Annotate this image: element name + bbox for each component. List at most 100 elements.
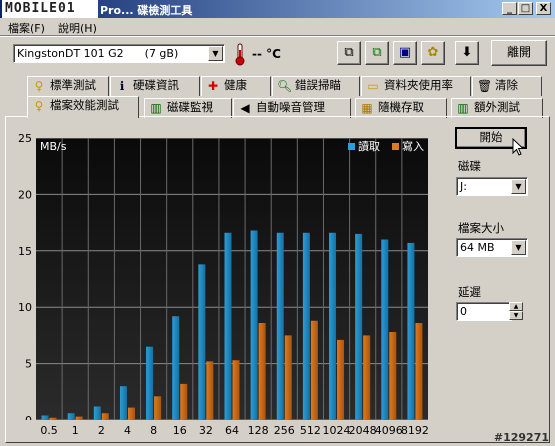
write-bar-4096 [389, 332, 397, 420]
copy-button[interactable]: ⧉ [337, 41, 361, 65]
x-tick-label: 512 [300, 424, 321, 437]
copy-text-button[interactable]: ⧉ [365, 41, 389, 65]
read-bar-16 [172, 316, 180, 420]
download-button[interactable]: ⬇ [455, 41, 479, 65]
minimize-button[interactable]: _ [502, 2, 517, 15]
write-bar-1024 [337, 339, 345, 420]
file-benchmark-chart: 讀取 寫入 MB/s [36, 138, 428, 420]
close-button[interactable]: X [536, 2, 551, 15]
info-icon: ℹ [119, 79, 125, 93]
monitor-chart-icon: ▥ [150, 101, 162, 115]
thermometer-icon [232, 42, 248, 66]
x-tick-label: 32 [199, 424, 213, 437]
x-tick-label: 256 [274, 424, 295, 437]
write-bar-16 [180, 383, 188, 420]
tab-disk-monitor[interactable]: ▥ 磁碟監視 [144, 98, 232, 118]
write-bar-128 [258, 322, 266, 420]
read-bar-1 [67, 413, 75, 420]
temperature-readout: -- °C [252, 47, 281, 61]
chevron-down-icon: ▼ [208, 46, 223, 61]
file-size-select-value: 64 MB [460, 241, 495, 254]
exit-button[interactable]: 離開 [491, 40, 547, 66]
options-icon: ✿ [427, 45, 439, 60]
x-tick-label: 1 [72, 424, 79, 437]
drive-select[interactable]: KingstonDT 101 G2 (7 gB) ▼ [13, 44, 225, 63]
tab-erase[interactable]: 🗑︎ 清除 [472, 76, 542, 96]
menu-file[interactable]: 檔案(F) [8, 20, 45, 36]
read-bar-4096 [381, 239, 389, 420]
write-bar-2 [101, 413, 109, 420]
legend-swatch [392, 143, 399, 150]
write-bar-32 [206, 361, 214, 420]
read-bar-8192 [407, 242, 415, 420]
copy-text-icon: ⧉ [372, 45, 382, 60]
tab-folder-usage[interactable]: ▭ 資料夾使用率 [361, 76, 471, 96]
x-tick-label: 0.5 [40, 424, 58, 437]
disk-select-value: J: [460, 180, 467, 193]
tab-health[interactable]: ✚ 健康 [201, 76, 271, 96]
tab-file-benchmark[interactable]: ♀ 檔案效能測試 [27, 96, 139, 118]
file-size-label: 檔案大小 [458, 221, 504, 235]
disk-select[interactable]: J: ▼ [456, 177, 528, 196]
spin-down-icon: ▼ [513, 312, 519, 319]
tab-info[interactable]: ℹ 硬碟資訊 [110, 76, 200, 96]
delay-label: 延遲 [458, 285, 481, 299]
x-tick-label: 8192 [401, 424, 429, 437]
x-axis: 0.5 1 2 4 8 16 32 64 128 256 512 1024204840968192 [40, 424, 429, 437]
x-tick-label: 1024 [323, 424, 351, 437]
x-tick-label: 2 [98, 424, 105, 437]
random-access-icon: ▦ [361, 101, 373, 115]
trash-icon: 🗑︎ [477, 79, 493, 93]
delay-input[interactable]: 0 [456, 302, 512, 321]
tab-label: 自動噪音管理 [256, 100, 325, 114]
read-bar-32 [198, 264, 206, 420]
delay-input-value: 0 [460, 305, 467, 318]
tab-extra-tests[interactable]: ▥ 額外測試 [451, 98, 543, 118]
tab-error-scan[interactable]: 🔍︎ 錯誤掃瞄 [272, 76, 360, 96]
menu-bar: 檔案(F) 說明(H) [0, 18, 555, 35]
x-tick-label: 2048 [349, 424, 377, 437]
arrow-down-icon: ⬇ [461, 45, 473, 60]
delay-decrement-button[interactable]: ▼ [509, 311, 523, 320]
write-bar-64 [232, 360, 240, 420]
save-button[interactable]: ▣ [393, 41, 417, 65]
read-bar-2048 [355, 233, 363, 420]
disk-label: 磁碟 [458, 159, 481, 173]
x-tick-label: 4 [124, 424, 131, 437]
tab-noise-management[interactable]: ◀ 自動噪音管理 [233, 98, 351, 118]
write-bar-256 [284, 335, 292, 420]
maximize-button[interactable]: □ [518, 2, 533, 15]
x-tick-label: 4096 [375, 424, 403, 437]
write-bar-8 [154, 396, 162, 420]
y-tick-label: 0 [25, 414, 32, 420]
chevron-down-icon: ▼ [511, 240, 526, 255]
options-button[interactable]: ✿ [421, 41, 445, 65]
tab-label: 硬碟資訊 [133, 78, 179, 92]
tab-label: 標準測試 [50, 78, 96, 92]
y-tick-label: 25 [18, 132, 32, 145]
write-bar-0.5 [49, 417, 57, 420]
write-bar-512 [310, 320, 318, 420]
file-size-select[interactable]: 64 MB ▼ [456, 238, 528, 257]
tab-label: 健康 [224, 78, 247, 92]
speaker-icon: ◀ [240, 101, 250, 115]
read-bar-256 [276, 232, 284, 420]
benchmark-icon: ♀ [34, 79, 44, 93]
delay-increment-button[interactable]: ▲ [509, 302, 523, 311]
read-bar-0.5 [41, 415, 49, 420]
menu-separator [0, 35, 555, 37]
write-bar-8192 [415, 322, 423, 420]
tab-label: 隨機存取 [378, 100, 424, 114]
app-logo: MOBILE01 [2, 0, 98, 18]
tab-benchmark[interactable]: ♀ 標準測試 [27, 76, 109, 96]
health-cross-icon: ✚ [207, 79, 219, 93]
menu-help[interactable]: 說明(H) [58, 20, 97, 36]
file-benchmark-icon: ♀ [34, 99, 44, 113]
watermark: #129271 [493, 431, 549, 444]
tab-label: 錯誤掃瞄 [295, 78, 341, 92]
x-tick-label: 64 [225, 424, 239, 437]
write-bar-1 [75, 416, 83, 420]
read-bar-512 [302, 232, 310, 420]
read-bar-1024 [329, 232, 337, 420]
tab-random-access[interactable]: ▦ 隨機存取 [355, 98, 447, 118]
